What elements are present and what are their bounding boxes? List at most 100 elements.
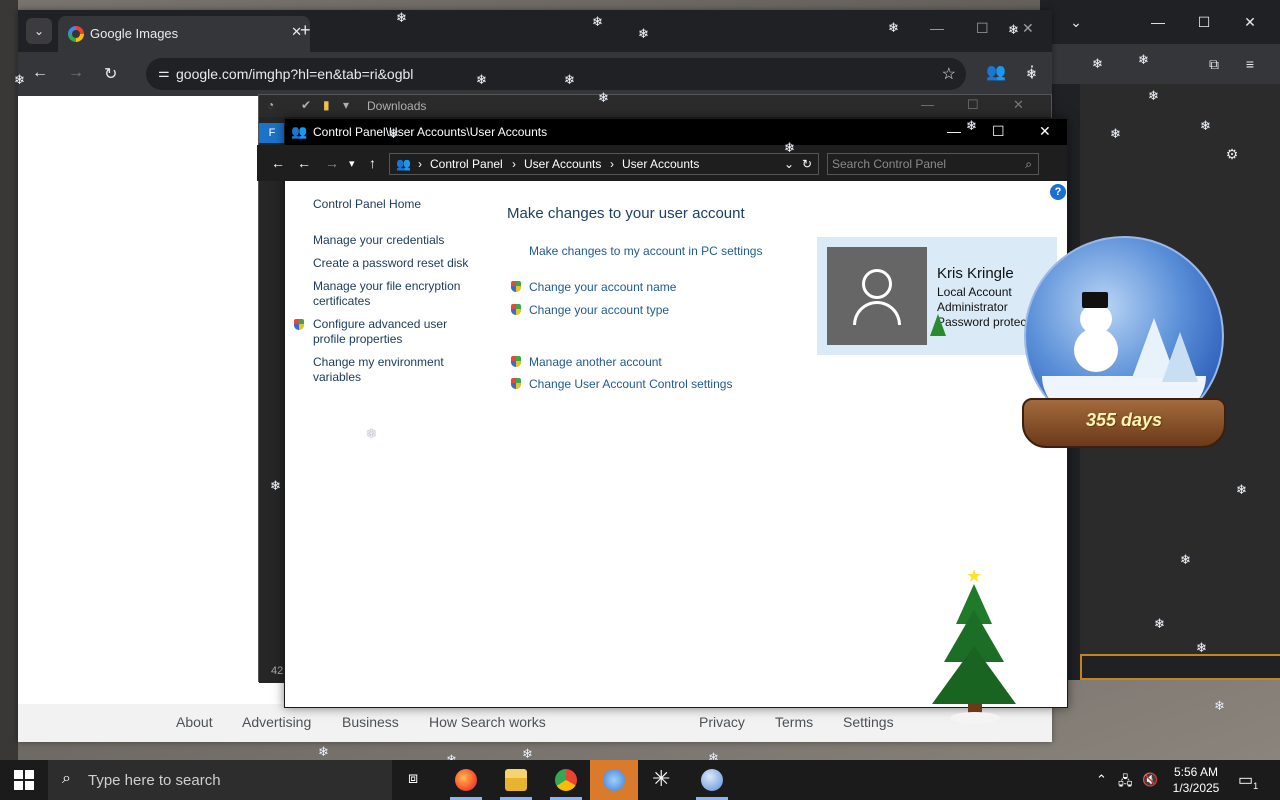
snow-globe-app-icon[interactable] xyxy=(688,760,736,800)
close-icon[interactable]: ✕ xyxy=(1022,20,1034,37)
chrome-icon[interactable] xyxy=(542,760,590,800)
close-icon[interactable]: ✕ xyxy=(1240,12,1260,32)
footer-how-search-works-link[interactable]: How Search works xyxy=(429,714,546,730)
footer-advertising-link[interactable]: Advertising xyxy=(242,714,311,730)
maximize-icon[interactable]: ☐ xyxy=(1194,12,1214,32)
search-control-panel[interactable]: ⌕ xyxy=(827,153,1039,175)
minimize-icon[interactable]: — xyxy=(930,20,944,36)
breadcrumb-control-panel[interactable]: Control Panel xyxy=(430,157,503,171)
small-tree-icon xyxy=(930,314,946,336)
back-icon[interactable]: ← xyxy=(297,155,311,171)
refresh-icon[interactable]: ↻ xyxy=(802,157,812,171)
tab-title: Google Images xyxy=(90,26,179,41)
manage-credentials-link[interactable]: Manage your credentials xyxy=(313,233,475,248)
password-reset-disk-link[interactable]: Create a password reset disk xyxy=(313,256,475,271)
tab-google-images[interactable]: Google Images ✕ xyxy=(58,16,310,52)
menu-icon[interactable]: ≡ xyxy=(1240,54,1260,74)
address-bar[interactable]: ⚌ google.com/imghp?hl=en&tab=ri&ogbl ☆ xyxy=(146,58,966,90)
back-icon[interactable]: ← xyxy=(32,64,48,82)
snowflake-icon: ❄ xyxy=(598,90,609,105)
search-input[interactable] xyxy=(832,156,1012,172)
bookmark-star-icon[interactable]: ☆ xyxy=(942,64,956,84)
file-ribbon-tab[interactable]: F xyxy=(259,123,285,143)
tab-search-button[interactable]: ⌄ xyxy=(26,18,52,44)
file-explorer-icon[interactable] xyxy=(492,760,540,800)
close-icon[interactable]: ✕ xyxy=(1039,123,1051,140)
settings-gear-icon[interactable]: ⚙ xyxy=(1222,144,1242,164)
footer-settings-link[interactable]: Settings xyxy=(843,714,894,730)
manage-another-account-link[interactable]: Manage another account xyxy=(529,355,662,369)
uac-shield-icon xyxy=(292,318,306,332)
google-footer: About Advertising Business How Search wo… xyxy=(18,704,1052,742)
address-toolbar: ← ← → ▾ ↑ 👥 › Control Panel › User Accou… xyxy=(257,145,1067,181)
avatar xyxy=(827,247,927,345)
properties-icon[interactable]: ✔ xyxy=(301,98,311,112)
forward-icon[interactable]: → xyxy=(68,64,84,82)
christmas-tree-widget[interactable]: ★ xyxy=(928,566,1022,726)
breadcrumb[interactable]: 👥 › Control Panel › User Accounts › User… xyxy=(389,153,819,175)
user-accounts-icon: 👥 xyxy=(396,157,411,171)
snowflake-icon: ❄ xyxy=(318,744,329,759)
profile-icon[interactable]: 👥 xyxy=(986,62,1006,82)
site-info-icon[interactable]: ⚌ xyxy=(158,65,170,81)
background-bottom-bar xyxy=(1080,654,1280,680)
footer-business-link[interactable]: Business xyxy=(342,714,399,730)
reload-icon[interactable]: ↻ xyxy=(104,64,117,84)
snow-globe-widget[interactable]: 355 days xyxy=(1022,236,1226,456)
maximize-icon[interactable]: ☐ xyxy=(967,97,979,113)
show-hidden-icons-icon[interactable]: ⌃ xyxy=(1096,772,1107,788)
snowflake-app-icon[interactable]: ✳ xyxy=(638,760,686,800)
uac-settings-link[interactable]: Change User Account Control settings xyxy=(529,377,732,391)
search-icon[interactable]: ⌕ xyxy=(1025,157,1032,172)
new-tab-button[interactable]: + xyxy=(300,20,311,41)
environment-variables-link[interactable]: Change my environment variables xyxy=(313,355,475,385)
forward-icon[interactable]: → xyxy=(325,155,339,171)
back-icon[interactable]: ← xyxy=(271,155,285,171)
maximize-icon[interactable]: ☐ xyxy=(992,123,1005,140)
up-icon[interactable]: ↑ xyxy=(369,155,376,171)
snowflake-icon: ❄ xyxy=(1110,126,1121,141)
control-panel-home-link[interactable]: Control Panel Home xyxy=(313,197,421,211)
help-icon[interactable]: ? xyxy=(1050,184,1066,200)
countdown-label: 355 days xyxy=(1085,410,1163,430)
volume-muted-icon[interactable]: 🔇 xyxy=(1142,772,1158,788)
quick-access-dropdown-icon[interactable]: ▾ xyxy=(343,98,349,112)
footer-about-link[interactable]: About xyxy=(176,714,213,730)
notification-center-icon[interactable]: ▭1 xyxy=(1238,770,1258,791)
star-icon: ★ xyxy=(966,566,983,586)
breadcrumb-user-accounts-current[interactable]: User Accounts xyxy=(622,157,699,171)
taskbar-search[interactable]: ⌕ Type here to search xyxy=(48,760,392,800)
background-toolbar: ⧉ ≡ xyxy=(1040,44,1280,84)
footer-privacy-link[interactable]: Privacy xyxy=(699,714,745,730)
pc-settings-link[interactable]: Make changes to my account in PC setting… xyxy=(529,244,762,258)
uac-shield-icon xyxy=(509,355,523,369)
maximize-icon[interactable]: ☐ xyxy=(976,20,989,37)
advanced-profile-link[interactable]: Configure advanced user profile properti… xyxy=(313,317,475,347)
minimize-icon[interactable]: — xyxy=(1148,12,1168,32)
snowflake-icon: ❄ xyxy=(14,72,25,87)
url-text[interactable]: google.com/imghp?hl=en&tab=ri&ogbl xyxy=(176,66,413,82)
file-encryption-link[interactable]: Manage your file encryption certificates xyxy=(313,279,475,309)
folder-icon[interactable]: ▮ xyxy=(323,98,330,112)
snowman-head xyxy=(1080,304,1112,334)
search-icon: ⌕ xyxy=(62,770,71,787)
taskbar: ⌕ Type here to search ⧈ ✳ ⌃ 🖧 🔇 5:56 AM … xyxy=(0,760,1280,800)
extensions-icon[interactable]: ⧉ xyxy=(1204,54,1224,74)
minimize-icon[interactable]: — xyxy=(947,123,961,139)
recent-locations-icon[interactable]: ▾ xyxy=(349,157,355,170)
task-view-icon[interactable]: ⧈ xyxy=(392,760,440,800)
change-account-name-link[interactable]: Change your account name xyxy=(529,280,676,294)
chevron-down-icon[interactable]: ⌄ xyxy=(1066,12,1086,32)
snowflake-icon: ❄ xyxy=(1180,552,1191,567)
windows-start-icon[interactable] xyxy=(14,770,34,790)
close-icon[interactable]: ✕ xyxy=(1013,97,1024,113)
network-icon[interactable]: 🖧 xyxy=(1118,772,1133,794)
change-account-type-link[interactable]: Change your account type xyxy=(529,303,669,317)
footer-terms-link[interactable]: Terms xyxy=(775,714,813,730)
control-panel-taskbar-icon[interactable] xyxy=(590,760,638,800)
system-clock[interactable]: 5:56 AM 1/3/2025 xyxy=(1166,764,1226,796)
breadcrumb-user-accounts[interactable]: User Accounts xyxy=(524,157,601,171)
address-dropdown-icon[interactable]: ⌄ xyxy=(784,157,794,171)
minimize-icon[interactable]: — xyxy=(921,97,934,112)
firefox-icon[interactable] xyxy=(442,760,490,800)
